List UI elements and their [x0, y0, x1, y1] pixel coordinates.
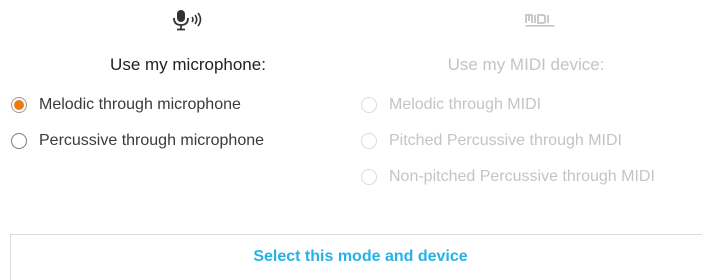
microphone-icon [163, 8, 213, 32]
mode-device-selector: Use my microphone: Melodic through micro… [0, 0, 702, 280]
option-label: Pitched Percussive through MIDI [389, 132, 622, 149]
microphone-heading: Use my microphone: [110, 55, 266, 74]
radio-melodic-microphone[interactable] [11, 97, 27, 113]
select-mode-button[interactable]: Select this mode and device [10, 234, 702, 280]
option-label: Non-pitched Percussive through MIDI [389, 168, 655, 185]
select-mode-label: Select this mode and device [253, 248, 468, 265]
radio-pitched-percussive-midi[interactable] [361, 133, 377, 149]
option-non-pitched-percussive-midi[interactable]: Non-pitched Percussive through MIDI [361, 166, 655, 188]
option-percussive-microphone[interactable]: Percussive through microphone [11, 130, 264, 152]
option-melodic-microphone[interactable]: Melodic through microphone [11, 94, 264, 116]
microphone-options: Melodic through microphone Percussive th… [11, 94, 264, 166]
radio-non-pitched-percussive-midi[interactable] [361, 169, 377, 185]
radio-percussive-microphone[interactable] [11, 133, 27, 149]
option-label: Percussive through microphone [39, 132, 265, 149]
midi-icon [520, 8, 560, 32]
option-label: Melodic through microphone [39, 96, 241, 113]
option-pitched-percussive-midi[interactable]: Pitched Percussive through MIDI [361, 130, 655, 152]
radio-melodic-midi[interactable] [361, 97, 377, 113]
option-label: Melodic through MIDI [389, 96, 542, 113]
midi-heading: Use my MIDI device: [447, 55, 605, 74]
option-melodic-midi[interactable]: Melodic through MIDI [361, 94, 655, 116]
midi-options: Melodic through MIDI Pitched Percussive … [361, 94, 655, 202]
